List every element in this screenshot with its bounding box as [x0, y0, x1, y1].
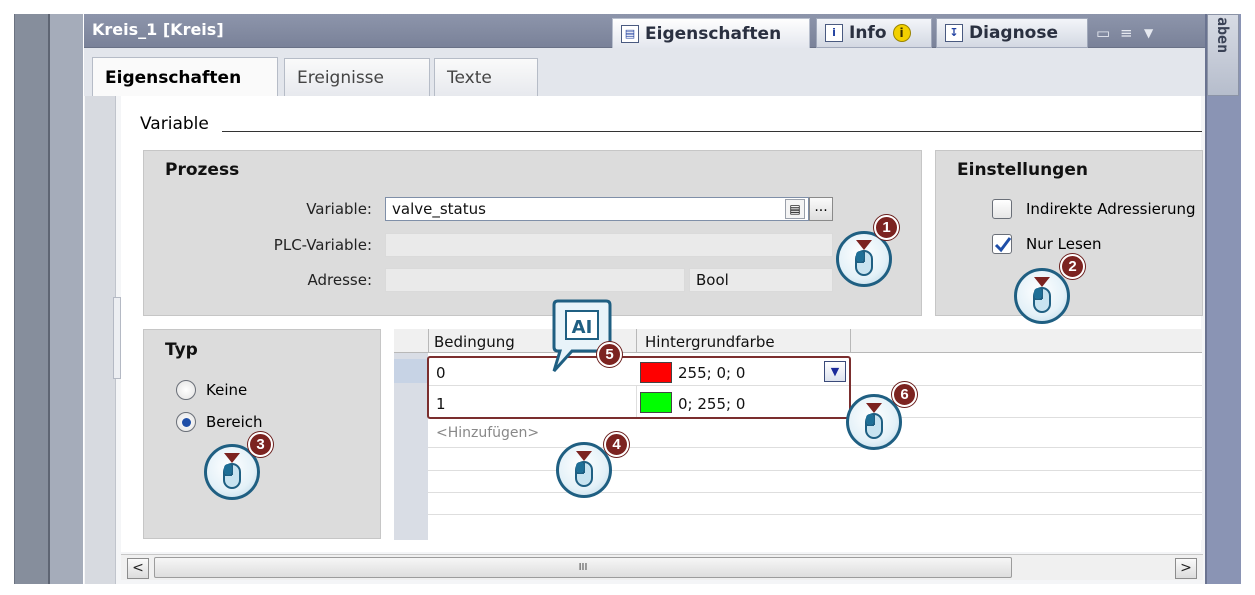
- mouse-click-icon: [1014, 268, 1070, 324]
- section-heading: Variable: [140, 114, 209, 134]
- datatype-field: Bool: [689, 268, 833, 292]
- subtab-ereignisse[interactable]: Ereignisse: [284, 58, 430, 96]
- header-separator: [428, 329, 429, 353]
- table-header: [394, 329, 1202, 353]
- check-icon: [994, 237, 1012, 253]
- subtab-texte[interactable]: Texte: [434, 58, 538, 96]
- window-title: Kreis_1 [Kreis]: [92, 20, 224, 39]
- label-variable: Variable:: [306, 200, 372, 218]
- properties-icon: ▤: [621, 24, 639, 43]
- callout-badge: 2: [1060, 254, 1085, 279]
- row-divider: [428, 492, 1202, 493]
- adresse-field: [385, 268, 685, 292]
- row-divider: [428, 447, 1202, 448]
- tab-diagnose-label: Diagnose: [969, 23, 1059, 43]
- radio-bereich-label: Bereich: [206, 413, 263, 431]
- diagnostics-icon: ↧: [945, 24, 963, 42]
- scroll-thumb[interactable]: III: [154, 557, 1012, 578]
- list-icon[interactable]: ▤: [785, 199, 805, 219]
- radio-keine-label: Keine: [206, 381, 248, 399]
- nurlesen-checkbox[interactable]: [992, 234, 1012, 254]
- mouse-click-icon: [846, 394, 902, 450]
- label-plc-variable: PLC-Variable:: [273, 236, 372, 254]
- callout-badge: 4: [604, 432, 629, 457]
- header-hintergrundfarbe[interactable]: Hintergrundfarbe: [645, 333, 775, 351]
- collapse-handle[interactable]: [113, 297, 121, 379]
- header-separator: [636, 329, 637, 353]
- callout-badge: 1: [874, 215, 899, 240]
- add-row-placeholder[interactable]: <Hinzufügen>: [436, 425, 539, 441]
- group-typ-title: Typ: [165, 340, 198, 360]
- tab-info-label: Info: [849, 23, 887, 43]
- callout-badge: 6: [892, 382, 917, 407]
- info-icon: i: [825, 24, 843, 42]
- mouse-click-icon: [556, 442, 612, 498]
- header-separator: [850, 329, 851, 353]
- browse-button[interactable]: ...: [809, 197, 833, 221]
- tab-eigenschaften-label: Eigenschaften: [645, 23, 782, 44]
- chevron-down-icon[interactable]: ▼: [1144, 26, 1153, 40]
- navigation-bar: [85, 96, 116, 584]
- float-window-icon[interactable]: ▭: [1096, 24, 1110, 42]
- variable-input[interactable]: valve_status: [385, 197, 809, 221]
- group-einstellungen-title: Einstellungen: [957, 160, 1088, 180]
- nurlesen-label: Nur Lesen: [1026, 235, 1102, 253]
- row-divider: [428, 514, 1202, 515]
- side-tab-aufgaben[interactable]: aben: [1207, 14, 1239, 96]
- row-divider: [428, 470, 1202, 471]
- tab-info[interactable]: i Info i: [816, 18, 932, 48]
- callout-badge: 3: [248, 432, 273, 457]
- group-prozess-title: Prozess: [165, 160, 240, 180]
- info-warning-icon: i: [892, 24, 911, 42]
- label-adresse: Adresse:: [307, 271, 373, 289]
- side-tab-label: aben: [1214, 17, 1232, 54]
- menu-lines-icon[interactable]: ≡: [1120, 24, 1133, 42]
- row-selector[interactable]: [394, 359, 428, 383]
- header-bedingung[interactable]: Bedingung: [434, 333, 515, 351]
- indirekt-label: Indirekte Adressierung: [1026, 200, 1196, 218]
- tab-eigenschaften[interactable]: ▤ Eigenschaften: [612, 18, 810, 48]
- radio-keine[interactable]: [176, 380, 196, 400]
- scroll-right-button[interactable]: >: [1175, 558, 1197, 579]
- highlight-frame: [427, 356, 851, 419]
- svg-text:AI: AI: [572, 317, 593, 338]
- left-frame: [0, 0, 83, 595]
- subtab-eigenschaften[interactable]: Eigenschaften: [92, 57, 278, 97]
- plc-variable-field: [385, 233, 833, 257]
- inspector-titlebar: Kreis_1 [Kreis] ▤ Eigenschaften i Info i…: [84, 14, 1205, 48]
- subtab-bar: Eigenschaften Ereignisse Texte: [84, 48, 1205, 97]
- scroll-left-button[interactable]: <: [127, 558, 149, 579]
- callout-badge: 5: [597, 342, 622, 367]
- radio-bereich[interactable]: [176, 412, 196, 432]
- right-frame: [1205, 14, 1241, 584]
- variable-input-value: valve_status: [392, 200, 486, 218]
- section-divider: [222, 131, 1202, 132]
- tab-diagnose[interactable]: ↧ Diagnose: [936, 18, 1088, 48]
- indirekt-checkbox[interactable]: [992, 199, 1012, 219]
